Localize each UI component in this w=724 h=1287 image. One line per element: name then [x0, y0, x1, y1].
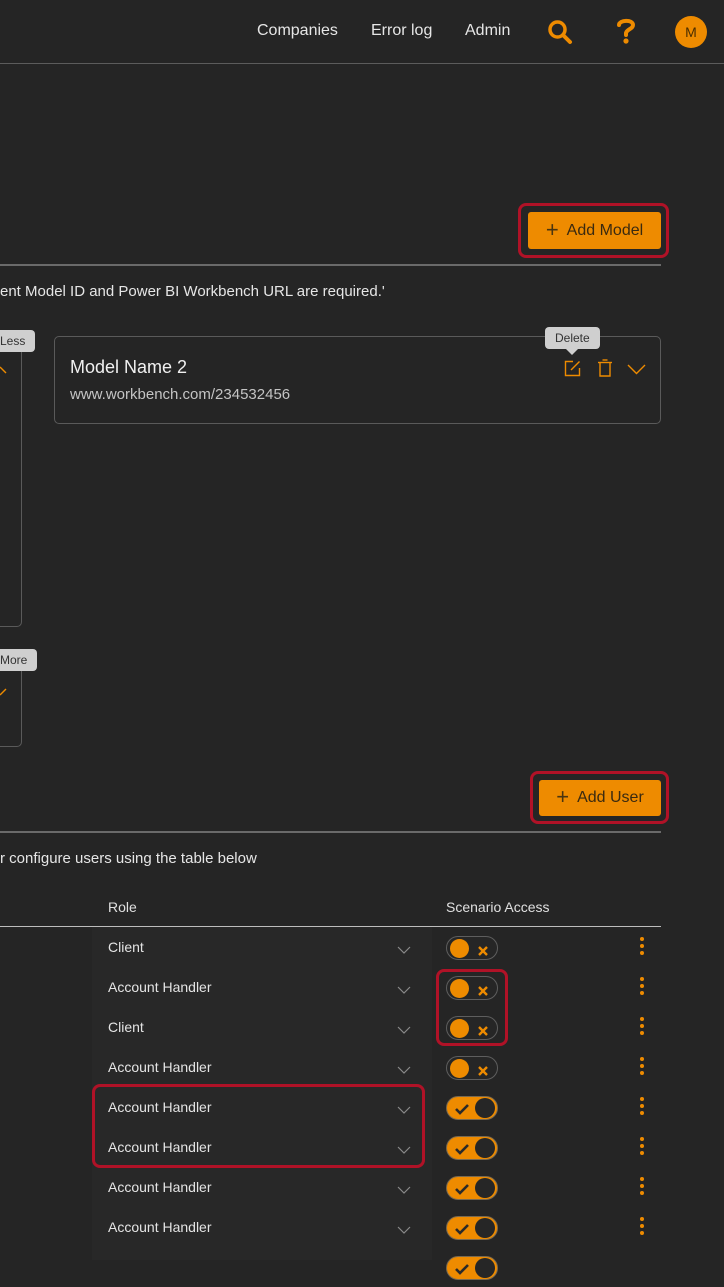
check-icon: [455, 1182, 469, 1200]
scenario-access-toggle[interactable]: [446, 1096, 498, 1120]
toggle-knob: [450, 939, 469, 958]
edit-icon[interactable]: [564, 360, 581, 382]
row-menu-kebab-icon[interactable]: [636, 1097, 648, 1119]
row-menu-kebab-icon[interactable]: [636, 1057, 648, 1079]
table-row: Account Handler: [0, 1047, 661, 1087]
role-value: Account Handler: [108, 1059, 212, 1075]
role-value: Client: [108, 1019, 144, 1035]
role-value: Account Handler: [108, 979, 212, 995]
column-header-scenario-access: Scenario Access: [446, 899, 550, 915]
table-row: Client: [0, 927, 661, 967]
check-icon: [455, 1262, 469, 1280]
chevron-down-icon[interactable]: [627, 362, 646, 380]
role-value: Account Handler: [108, 1179, 212, 1195]
column-header-role: Role: [108, 899, 137, 915]
table-row: Account Handler: [0, 1207, 661, 1247]
table-row: Client: [0, 1007, 661, 1047]
model-url: www.workbench.com/234532456: [70, 386, 291, 403]
less-tooltip: Less: [0, 330, 36, 358]
check-icon: [455, 1102, 469, 1120]
role-dropdown-chevron-icon[interactable]: [397, 941, 411, 959]
section-divider: [0, 831, 661, 833]
check-icon: [455, 1222, 469, 1240]
chevron-down-icon[interactable]: [0, 684, 8, 702]
model-card-1: [0, 340, 22, 627]
role-dropdown-chevron-icon[interactable]: [397, 1021, 411, 1039]
section-divider: [0, 264, 661, 266]
users-info-text: r configure users using the table below: [0, 850, 257, 867]
role-dropdown-chevron-icon[interactable]: [397, 981, 411, 999]
check-icon: [455, 1142, 469, 1160]
role-value: Account Handler: [108, 1219, 212, 1235]
role-value: Client: [108, 939, 144, 955]
row-menu-kebab-icon[interactable]: [636, 1017, 648, 1039]
scenario-access-toggle[interactable]: [446, 1176, 498, 1200]
delete-tooltip: Delete: [545, 327, 600, 355]
table-row: [0, 1247, 661, 1287]
plus-icon: +: [545, 216, 559, 242]
add-model-label: Add Model: [566, 221, 644, 239]
plus-icon: +: [556, 784, 570, 809]
table-row: Account Handler: [0, 967, 661, 1007]
more-tooltip: More: [0, 649, 38, 677]
toggle-knob: [450, 1059, 469, 1078]
table-row: Account Handler: [0, 1167, 661, 1207]
row-menu-kebab-icon[interactable]: [636, 1137, 648, 1159]
scenario-access-toggle[interactable]: [446, 936, 498, 960]
row-menu-kebab-icon[interactable]: [636, 1177, 648, 1199]
help-icon[interactable]: [616, 17, 636, 50]
chevron-up-icon[interactable]: [0, 362, 8, 380]
row-menu-kebab-icon[interactable]: [636, 1217, 648, 1239]
scenario-access-toggle[interactable]: [446, 1056, 498, 1080]
highlight-scenario-toggles: [436, 969, 508, 1046]
role-dropdown-chevron-icon[interactable]: [397, 1061, 411, 1079]
nav-companies[interactable]: Companies: [257, 22, 338, 40]
trash-icon[interactable]: [597, 359, 613, 382]
add-user-button[interactable]: + Add User: [539, 780, 661, 816]
row-menu-kebab-icon[interactable]: [636, 977, 648, 999]
row-menu-kebab-icon[interactable]: [636, 937, 648, 959]
highlight-role-dropdowns: [92, 1084, 425, 1168]
toggle-knob: [475, 1138, 495, 1158]
x-icon: [478, 943, 488, 961]
toggle-knob: [475, 1258, 495, 1278]
toggle-knob: [475, 1218, 495, 1238]
add-user-label: Add User: [577, 789, 644, 806]
role-dropdown-chevron-icon[interactable]: [397, 1221, 411, 1239]
scenario-access-toggle[interactable]: [446, 1136, 498, 1160]
toggle-knob: [475, 1098, 495, 1118]
role-dropdown-chevron-icon[interactable]: [397, 1181, 411, 1199]
toggle-knob: [475, 1178, 495, 1198]
nav-error-log[interactable]: Error log: [371, 22, 432, 40]
top-nav-bar: Companies Error log Admin M: [0, 0, 724, 64]
model-title: Model Name 2: [70, 357, 188, 377]
search-icon[interactable]: [547, 19, 573, 50]
model-card-3: [0, 660, 22, 747]
avatar[interactable]: M: [675, 16, 707, 48]
models-info-text: ent Model ID and Power BI Workbench URL …: [0, 283, 385, 300]
scenario-access-toggle[interactable]: [446, 1216, 498, 1240]
nav-admin[interactable]: Admin: [465, 22, 510, 40]
add-model-button[interactable]: + Add Model: [528, 212, 661, 249]
x-icon: [478, 1063, 488, 1081]
